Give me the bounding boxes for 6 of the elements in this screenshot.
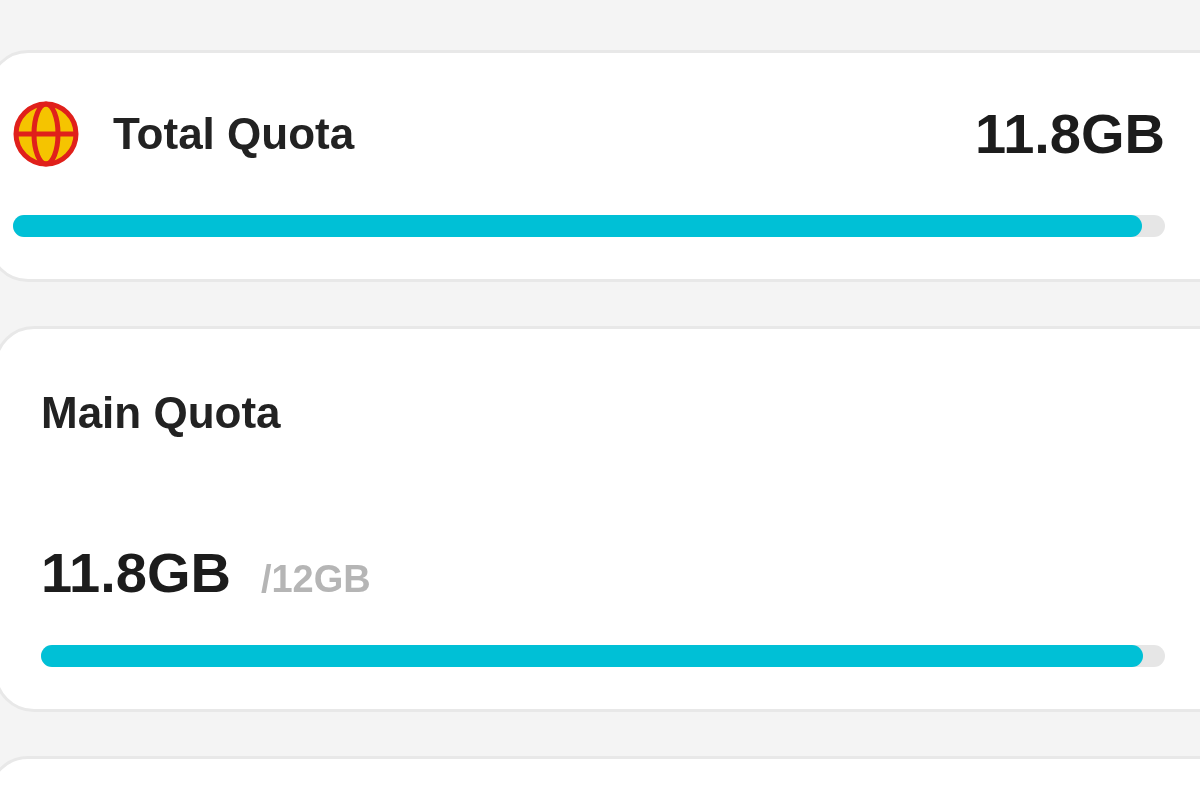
quota-amount: 11.8GB: [975, 106, 1165, 162]
globe-icon: [13, 101, 79, 167]
quota-title: Total Quota: [113, 112, 355, 156]
quota-title: Main Quota: [41, 391, 282, 435]
quota-amount: 11.8GB: [41, 545, 231, 601]
quota-limit: /12GB: [260, 560, 371, 598]
